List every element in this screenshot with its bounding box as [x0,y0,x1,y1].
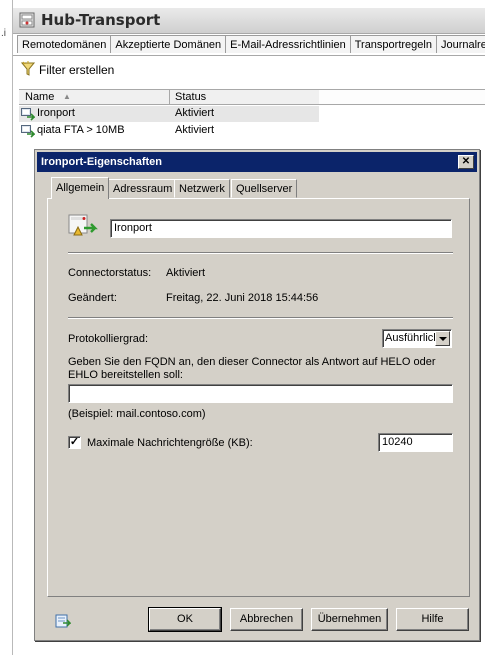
list-item-status: Aktiviert [175,124,215,136]
separator [68,317,453,319]
column-divider[interactable] [169,90,170,105]
protocol-level-value: Ausführlich [385,332,440,344]
list-item[interactable]: qiata FTA > 10MB Aktiviert [19,123,319,139]
close-icon[interactable]: ✕ [458,155,474,169]
list-header-filler [319,89,485,105]
dialog-title-bar[interactable]: Ironport-Eigenschaften ✕ [37,152,477,172]
properties-dialog: Ironport-Eigenschaften ✕ Allgemein Adres… [34,149,480,641]
help-book-icon[interactable] [55,613,71,629]
filter-icon[interactable] [21,61,35,77]
protocol-level-select[interactable]: Ausführlich [382,329,452,348]
max-message-size-checkbox[interactable]: ✓ [68,436,81,449]
fqdn-example: (Beispiel: mail.contoso.com) [68,408,206,420]
tab-source-server[interactable]: Quellserver [231,179,298,198]
send-connector-icon [68,214,98,236]
console-title: Hub-Transport [41,11,161,29]
fqdn-input[interactable] [68,384,453,403]
protocol-level-label: Protokolliergrad: [68,333,149,345]
console-title-bar: Hub-Transport [13,8,485,34]
ok-button[interactable]: OK [148,607,222,632]
chevron-down-icon[interactable] [435,331,450,346]
apply-button[interactable]: Übernehmen [311,608,388,631]
sort-ascending-icon: ▲ [63,92,71,101]
tab-transport-rules[interactable]: Transportregeln [349,35,437,53]
left-pane-text: .i [1,28,6,39]
create-filter-button[interactable]: Filter erstellen [39,63,114,77]
tab-address-space[interactable]: Adressraum [108,179,178,198]
console-tabs: Remotedomänen Akzeptierte Domänen E-Mail-A… [17,35,485,54]
tab-email-address-policies[interactable]: E-Mail-Adressrichtlinien [225,35,351,53]
general-tab-panel: Ironport Connectorstatus: Aktiviert Geän… [47,198,470,597]
dialog-title: Ironport-Eigenschaften [41,156,163,168]
column-header-name[interactable]: Name [25,91,54,103]
connector-status-label: Connectorstatus: [68,267,152,279]
fqdn-prompt-line-2: EHLO bereitstellen soll: [68,369,183,381]
connector-name-input[interactable]: Ironport [110,219,452,238]
fqdn-prompt-line-1: Geben Sie den FQDN an, den dieser Connec… [68,356,436,368]
list-item-name: qiata FTA > 10MB [37,124,125,136]
list-item-status: Aktiviert [175,107,215,119]
tab-general[interactable]: Allgemein [51,177,110,199]
tab-accepted-domains[interactable]: Akzeptierte Domänen [110,35,227,53]
tab-network[interactable]: Netzwerk [174,179,230,198]
hub-transport-icon [19,12,35,28]
connector-icon [21,108,35,121]
column-header-status[interactable]: Status [175,91,206,103]
max-message-size-input[interactable]: 10240 [378,433,453,452]
connector-icon [21,125,35,138]
max-message-size-label: Maximale Nachrichtengröße (KB): [87,437,253,449]
console-toolbar: Filter erstellen [13,55,485,81]
changed-value: Freitag, 22. Juni 2018 15:44:56 [166,292,319,304]
separator [68,252,453,254]
connector-status-value: Aktiviert [166,267,206,279]
list-header: Name ▲ Status [19,89,319,105]
list-item-name: Ironport [37,107,75,119]
changed-label: Geändert: [68,292,117,304]
list-item[interactable]: Ironport Aktiviert [19,106,319,122]
tab-remote-domains[interactable]: Remotedomänen [17,35,112,53]
tab-journal-rules[interactable]: Journalre [435,35,485,53]
left-pane-edge: .i [0,0,12,655]
cancel-button[interactable]: Abbrechen [230,608,303,631]
help-button[interactable]: Hilfe [396,608,469,631]
